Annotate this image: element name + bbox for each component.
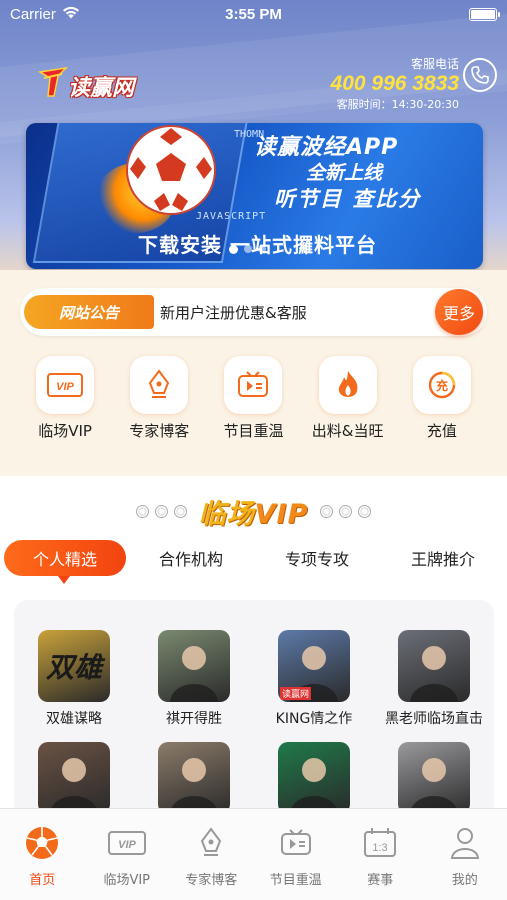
vip-title-a: 临场 (198, 499, 255, 530)
pen-icon (201, 827, 222, 856)
expert-item[interactable]: 双雄 双雄谋略 (14, 630, 134, 728)
replay-icon (238, 371, 269, 397)
tab-partner-orgs[interactable]: 合作机构 (130, 540, 252, 576)
vip-section: 临场VIP 个人精选 合作机构 专项专攻 王牌推介 双雄 双雄谋略 祺开得胜 读赢网 K… (0, 476, 507, 840)
tab-label: 专家博客 (185, 873, 238, 888)
quick-nav-label: 出料&当旺 (311, 422, 384, 440)
contact-label: 客服电话 (410, 57, 459, 71)
tab-label: 首页 (29, 873, 56, 888)
quick-nav-label: 临场VIP (38, 422, 92, 440)
tab-vip[interactable]: VIP 临场VIP (87, 823, 167, 900)
avatar-text: 读赢网 (280, 687, 312, 700)
tab-matches[interactable]: 1:3 赛事 (340, 823, 420, 900)
logo-text: 读赢网 (68, 75, 135, 100)
phone-icon[interactable] (463, 58, 497, 92)
vip-icon: VIP (47, 373, 84, 397)
decorative-balls-right (320, 505, 372, 518)
expert-item[interactable]: 读赢网 KING情之作 (254, 630, 374, 728)
tab-label: 临场VIP (103, 873, 151, 888)
logo-mark-icon (37, 66, 69, 97)
banner-line-3: 听节目 查比分 (274, 187, 422, 211)
status-bar: Carrier 3:55 PM (0, 0, 507, 28)
more-button[interactable]: 更多 (435, 289, 483, 335)
vip-heading: 临场VIP (0, 492, 507, 531)
svg-text:VIP: VIP (118, 839, 136, 851)
expert-name: 双雄谋略 (46, 711, 102, 727)
avatar (158, 630, 230, 702)
page-dot[interactable] (244, 245, 252, 253)
tab-specialist[interactable]: 专项专攻 (256, 540, 378, 576)
quick-nav-label: 节目重温 (223, 422, 284, 440)
avatar (398, 630, 470, 702)
banner-title: 读赢波经APP (254, 135, 399, 160)
announcement-text[interactable]: 新用户注册优惠&客服 (160, 302, 307, 323)
quick-nav-label: 专家博客 (129, 422, 190, 440)
tab-label: 我的 (451, 873, 478, 888)
avatar (38, 742, 110, 814)
quick-nav-recharge[interactable]: 充 充值 (402, 356, 482, 441)
site-logo: 读赢网 (36, 58, 146, 102)
vip-section-title: 临场VIP (195, 492, 313, 531)
battery-icon (469, 8, 500, 21)
tab-home[interactable]: 首页 (2, 823, 82, 900)
avatar (398, 742, 470, 814)
tab-blog[interactable]: 专家博客 (171, 823, 251, 900)
quick-nav: VIP 临场VIP 专家博客 节目重温 出料&当旺 充 充值 (0, 356, 507, 441)
scoreboard-icon: 1:3 (364, 828, 397, 857)
tab-ace-picks[interactable]: 王牌推介 (382, 540, 504, 576)
announcement-tag: 网站公告 (24, 295, 154, 329)
tab-label: 赛事 (367, 873, 394, 888)
tab-personal-picks[interactable]: 个人精选 (4, 540, 126, 584)
vip-title-b: VIP (254, 499, 309, 530)
avatar (158, 742, 230, 814)
expert-card: 双雄 双雄谋略 祺开得胜 读赢网 KING情之作 黑老师临场直击 (14, 600, 494, 840)
recharge-icon: 充 (428, 371, 456, 399)
svg-text:VIP: VIP (56, 381, 74, 393)
pen-icon (149, 369, 170, 398)
soccer-ball-graphic (126, 125, 216, 215)
svg-text:1:3: 1:3 (373, 842, 388, 854)
soccer-ball-icon (26, 827, 59, 859)
vip-tabs: 个人精选 合作机构 专项专攻 王牌推介 (0, 540, 507, 584)
svg-text:充: 充 (436, 378, 448, 393)
expert-name: 黑老师临场直击 (385, 711, 483, 727)
vip-icon: VIP (107, 831, 146, 855)
tab-profile[interactable]: 我的 (425, 823, 505, 900)
avatar: 双雄 (38, 630, 110, 702)
decorative-balls-left (135, 505, 187, 518)
announcement-bar[interactable]: 网站公告 新用户注册优惠&客服 更多 (20, 288, 487, 336)
page-dot[interactable] (258, 245, 266, 253)
expert-grid: 双雄 双雄谋略 祺开得胜 读赢网 KING情之作 黑老师临场直击 (14, 630, 494, 820)
tab-label: 节目重温 (269, 873, 322, 888)
promo-banner[interactable]: THOMN JAVASCRIPT 读赢波经APP 全新上线 听节目 查比分 下载… (26, 123, 483, 269)
quick-nav-hot[interactable]: 出料&当旺 (308, 356, 388, 441)
replay-icon (280, 829, 311, 855)
banner-line-4: 下载安装 一站式攞料平台 (138, 233, 377, 257)
quick-nav-replay[interactable]: 节目重温 (213, 356, 293, 441)
contact-hours: 客服时间：14:30-20:30 (336, 98, 459, 111)
tab-replay[interactable]: 节目重温 (256, 823, 336, 900)
avatar (278, 742, 350, 814)
banner-pagination[interactable] (229, 244, 266, 254)
expert-name: KING情之作 (275, 711, 353, 727)
quick-nav-label: 充值 (426, 422, 457, 440)
page-dot[interactable] (229, 244, 238, 254)
fire-icon (338, 371, 358, 397)
quick-nav-vip[interactable]: VIP 临场VIP (25, 356, 105, 441)
status-time: 3:55 PM (225, 6, 282, 23)
user-icon (450, 828, 479, 859)
contact-phone[interactable]: 400 996 3833 (331, 72, 459, 96)
quick-nav-blog[interactable]: 专家博客 (119, 356, 199, 441)
bottom-tab-bar: 首页 VIP 临场VIP 专家博客 节目重温 1:3 赛事 我的 (0, 808, 507, 900)
expert-item[interactable]: 祺开得胜 (134, 630, 254, 728)
avatar: 读赢网 (278, 630, 350, 702)
customer-service-info: 客服电话 400 996 3833 客服时间：14:30-20:30 (331, 55, 459, 112)
avatar-text: 双雄 (45, 651, 102, 684)
quick-panel: 网站公告 新用户注册优惠&客服 更多 VIP 临场VIP 专家博客 节目重温 出… (0, 270, 507, 476)
banner-line-2: 全新上线 (306, 162, 383, 184)
expert-item[interactable]: 黑老师临场直击 (374, 630, 494, 728)
expert-name: 祺开得胜 (166, 711, 222, 727)
